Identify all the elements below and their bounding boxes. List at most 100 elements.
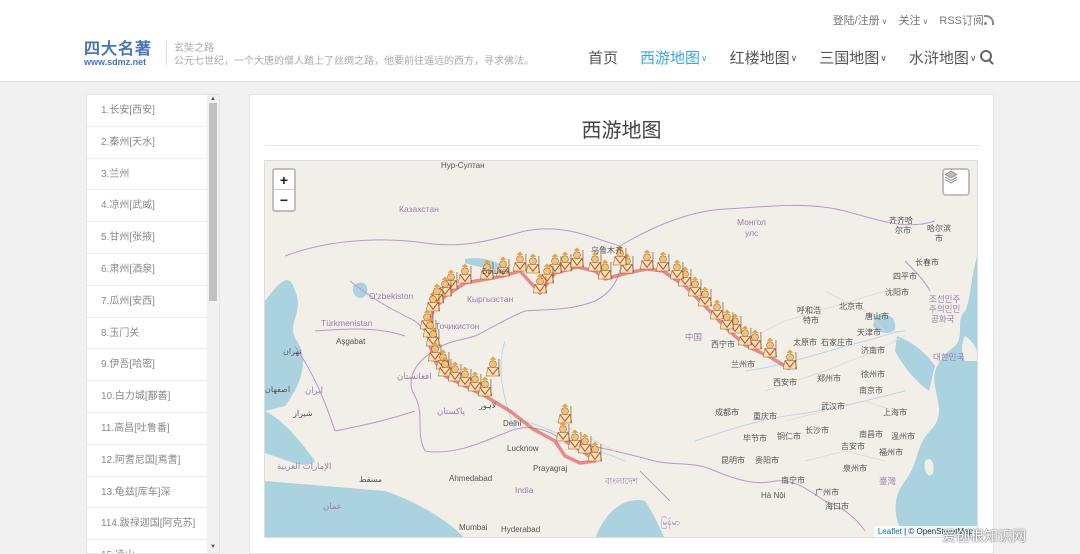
map-label: 南宁市 [781, 476, 805, 485]
map-label: اصفهان [265, 385, 291, 394]
map-label: Delhi [503, 419, 522, 428]
stop-item[interactable]: 5.甘州[张掖] [87, 222, 209, 254]
nav-item-xiyou-map[interactable]: 西游地图∨ [640, 47, 708, 68]
nav-item-home[interactable]: 首页 [588, 47, 618, 68]
map-label: Казахстан [399, 204, 439, 214]
map-label: Ahmedabad [449, 474, 493, 483]
pilgrim-marker-icon[interactable] [485, 355, 501, 377]
journey-map[interactable]: + − Нур-Султан Казахстан Монгол улс O'zb… [264, 160, 978, 538]
zoom-in-button[interactable]: + [274, 170, 294, 190]
layers-button[interactable] [942, 168, 970, 196]
map-label: 尔市 [895, 226, 911, 235]
chevron-down-icon: ∨ [701, 53, 708, 63]
tagline-title: 玄奘之路 [174, 43, 214, 54]
map-label: 贵阳市 [755, 456, 779, 465]
follow-link[interactable]: 关注 ∨ [899, 12, 929, 28]
map-label: 温州市 [891, 432, 915, 441]
map-label: Prayagraj [533, 464, 568, 473]
stop-item[interactable]: 15.凌山 [87, 540, 209, 553]
map-label: Бишкек [482, 267, 510, 276]
stop-item[interactable]: 9.伊吾[哈密] [87, 349, 209, 382]
map-label: افغانستان [397, 371, 432, 381]
map-label: Türkmenistan [321, 318, 373, 328]
zoom-out-button[interactable]: − [274, 190, 294, 210]
map-label: 西宁市 [711, 340, 735, 349]
follow-label: 关注 [898, 15, 921, 27]
pilgrim-marker-icon[interactable] [669, 258, 685, 280]
map-label: 长沙市 [805, 426, 829, 435]
pilgrim-marker-icon[interactable] [525, 252, 541, 274]
stop-item[interactable]: 4.凉州[武威] [87, 190, 209, 223]
top-links: 登陆/注册 ∨ 关注 ∨ RSS订阅 [833, 12, 994, 28]
map-label: Монгол [737, 217, 767, 227]
login-register-link[interactable]: 登陆/注册 ∨ [833, 12, 888, 28]
stop-item[interactable]: 11.高昌[吐鲁番] [87, 413, 209, 445]
pilgrim-marker-icon[interactable] [555, 420, 571, 442]
rss-link[interactable]: RSS订阅 [939, 12, 994, 28]
scrollbar-thumb[interactable] [209, 103, 217, 301]
nav-item-label: 首页 [588, 50, 619, 67]
site-logo[interactable]: 四大名著 www.sdmz.net [84, 41, 160, 69]
nav-item-sanguo-map[interactable]: 三国地图∨ [819, 47, 887, 68]
chevron-down-icon: ∨ [790, 53, 798, 63]
map-label: Hyderabad [501, 525, 541, 534]
stop-item[interactable]: 114.跋禄迦国[阿克苏] [87, 508, 209, 541]
stop-item[interactable]: 7.瓜州[安西] [87, 286, 209, 318]
sidebar-scrollbar[interactable]: ▲ ▼ [207, 95, 219, 553]
map-label: 乌鲁木齐 [591, 246, 623, 255]
map-label: 대한민국 [933, 352, 965, 362]
map-label: 重庆市 [753, 412, 777, 421]
map-label: 공화국 [931, 314, 955, 324]
map-label: Hà Nội [761, 491, 786, 500]
stop-item[interactable]: 6.肃州[酒泉] [87, 254, 209, 286]
pilgrim-marker-icon[interactable] [762, 336, 778, 358]
search-icon[interactable] [980, 50, 994, 64]
layers-icon [944, 170, 958, 184]
stops-list: 1.长安[西安] 2.秦州[天水] 3.兰州 4.凉州[武威] 5.甘州[张掖]… [87, 95, 219, 553]
leaflet-link[interactable]: Leaflet [878, 527, 902, 536]
map-label: 沈阳市 [885, 288, 909, 297]
stop-item[interactable]: 2.秦州[天水] [87, 127, 209, 159]
map-label: الإمارات العربية [277, 461, 332, 471]
map-label: 铜仁市 [777, 432, 801, 441]
stop-item[interactable]: 12.阿耆尼国[焉耆] [87, 445, 209, 477]
pilgrim-marker-icon[interactable] [457, 262, 473, 284]
nav-item-shuihu-map[interactable]: 水浒地图∨ [909, 47, 977, 68]
map-label: Тоҷикистон [435, 321, 480, 331]
map-label: 太原市 [793, 338, 817, 347]
stop-item[interactable]: 3.兰州 [87, 159, 209, 191]
map-label: 南京市 [859, 386, 883, 395]
chevron-down-icon: ∨ [969, 53, 977, 63]
title-divider [265, 145, 980, 146]
pilgrim-marker-icon[interactable] [557, 402, 573, 424]
zoom-control: + − [272, 168, 296, 212]
stop-item[interactable]: 8.玉门关 [87, 318, 209, 350]
map-label: شیراز [293, 409, 313, 418]
pilgrim-marker-icon[interactable] [639, 248, 655, 270]
main-nav: 首页 西游地图∨ 红楼地图∨ 三国地图∨ 水浒地图∨ [588, 47, 998, 68]
map-label: 吉安市 [841, 442, 865, 451]
map-label: 臺灣 [879, 476, 897, 486]
stop-item[interactable]: 13.龟兹[库车]深 [87, 477, 209, 509]
nav-item-honglou-map[interactable]: 红楼地图∨ [730, 47, 798, 68]
map-label: O'zbekiston [369, 291, 414, 301]
stop-item[interactable]: 1.长安[西安] [87, 95, 209, 127]
map-label: 中国 [685, 332, 703, 342]
chevron-down-icon: ∨ [922, 17, 929, 26]
stop-item[interactable]: 10.白力城[鄯善] [87, 381, 209, 413]
login-register-label: 登陆/注册 [832, 15, 880, 27]
pilgrim-marker-icon[interactable] [512, 250, 528, 272]
logo-divider [166, 41, 167, 65]
pilgrim-marker-icon[interactable] [709, 298, 725, 320]
nav-item-label: 水浒地图 [908, 50, 969, 67]
scroll-down-icon[interactable]: ▼ [209, 543, 217, 551]
scroll-up-icon[interactable]: ▲ [209, 95, 217, 103]
pilgrim-marker-icon[interactable] [655, 250, 671, 272]
pilgrim-marker-icon[interactable] [782, 348, 798, 370]
map-label: 济南市 [861, 346, 885, 355]
map-label: Aşgabat [336, 337, 366, 346]
map-label: Нур-Султан [441, 161, 485, 170]
map-label: عمان [323, 501, 342, 511]
rss-label: RSS订阅 [939, 15, 984, 27]
pilgrim-marker-icon[interactable] [569, 246, 585, 268]
